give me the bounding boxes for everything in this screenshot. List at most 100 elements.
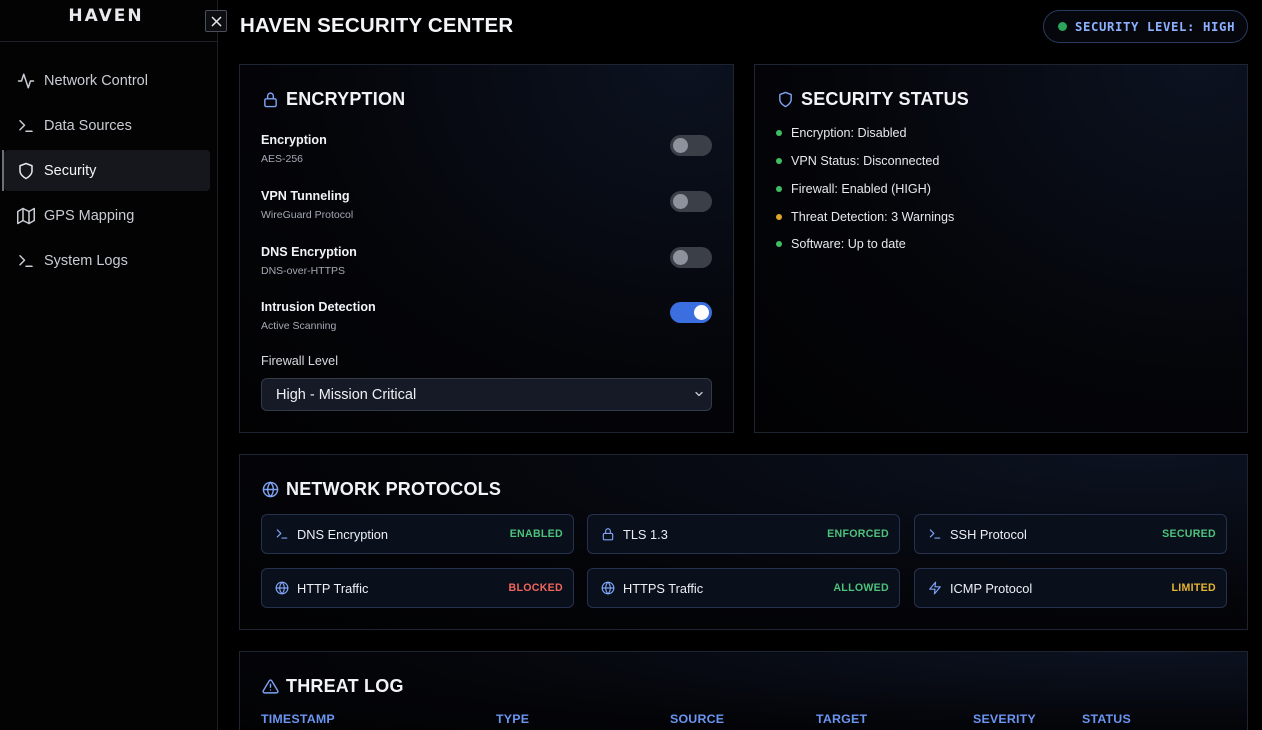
column-header-type[interactable]: TYPE: [496, 712, 529, 726]
threat-log-title: THREAT LOG: [261, 676, 404, 697]
network-protocols-title-text: NETWORK PROTOCOLS: [286, 479, 502, 499]
column-header-target[interactable]: TARGET: [816, 712, 867, 726]
status-dot: [776, 186, 782, 192]
column-header-source[interactable]: SOURCE: [670, 712, 724, 726]
close-icon: [211, 16, 221, 26]
protocol-card-icmp[interactable]: ICMP Protocol LIMITED: [914, 568, 1227, 608]
security-level-badge: SECURITY LEVEL: HIGH: [1043, 10, 1248, 43]
encryption-setting: Encryption AES-256: [261, 133, 712, 177]
security-status-panel: SECURITY STATUS Encryption: Disabled VPN…: [754, 64, 1248, 433]
setting-label: Intrusion Detection: [261, 300, 376, 314]
globe-icon: [274, 580, 290, 596]
intrusion-detection-setting: Intrusion Detection Active Scanning: [261, 300, 712, 344]
activity-icon: [16, 71, 36, 91]
column-header-status[interactable]: STATUS: [1082, 712, 1131, 726]
sidebar: HAVEN Network Control Data Sources Secur…: [0, 0, 218, 730]
globe-icon: [261, 481, 279, 499]
encryption-title-text: ENCRYPTION: [286, 89, 406, 109]
terminal-icon: [16, 116, 36, 136]
divider: [0, 41, 217, 42]
setting-sub: Active Scanning: [261, 320, 337, 332]
protocol-status: LIMITED: [1171, 582, 1216, 594]
protocol-card-dns-encryption[interactable]: DNS Encryption ENABLED: [261, 514, 574, 554]
protocol-card-http[interactable]: HTTP Traffic BLOCKED: [261, 568, 574, 608]
status-dot: [776, 158, 782, 164]
network-protocols-panel: NETWORK PROTOCOLS DNS Encryption ENABLED…: [239, 454, 1248, 630]
firewall-level-value: High - Mission Critical: [276, 386, 417, 403]
toggle-knob: [673, 250, 688, 265]
security-status-title: SECURITY STATUS: [776, 89, 969, 110]
sidebar-item-label: Data Sources: [44, 117, 132, 134]
network-protocols-title: NETWORK PROTOCOLS: [261, 479, 501, 500]
protocol-status: SECURED: [1162, 528, 1216, 540]
status-item: Firewall: Enabled (HIGH): [776, 182, 931, 196]
status-item: VPN Status: Disconnected: [776, 154, 939, 168]
setting-label: DNS Encryption: [261, 245, 357, 259]
toggle-knob: [673, 138, 688, 153]
terminal-icon: [274, 526, 290, 542]
security-status-title-text: SECURITY STATUS: [801, 89, 970, 109]
column-header-timestamp[interactable]: TIMESTAMP: [261, 712, 335, 726]
security-level-text: SECURITY LEVEL: HIGH: [1075, 19, 1236, 34]
protocol-card-ssh[interactable]: SSH Protocol SECURED: [914, 514, 1227, 554]
protocol-name: DNS Encryption: [297, 526, 389, 542]
column-header-severity[interactable]: SEVERITY: [973, 712, 1036, 726]
lock-icon: [600, 526, 616, 542]
encryption-title: ENCRYPTION: [261, 89, 405, 110]
chevron-down-icon: [695, 391, 703, 397]
setting-sub: AES-256: [261, 153, 304, 165]
toggle-knob: [694, 305, 709, 320]
protocol-status: ENABLED: [509, 528, 563, 540]
status-dot: [776, 214, 782, 220]
map-icon: [16, 206, 36, 226]
protocol-name: ICMP Protocol: [950, 580, 1033, 596]
shield-icon: [776, 91, 794, 109]
sidebar-item-system-logs[interactable]: System Logs: [4, 240, 210, 281]
setting-label: VPN Tunneling: [261, 189, 350, 203]
setting-sub: WireGuard Protocol: [261, 209, 354, 221]
sidebar-item-label: GPS Mapping: [44, 207, 135, 224]
lock-icon: [261, 91, 279, 109]
encryption-panel: ENCRYPTION Encryption AES-256 VPN Tunnel…: [239, 64, 734, 433]
sidebar-item-label: System Logs: [44, 252, 128, 269]
globe-icon: [600, 580, 616, 596]
sidebar-item-gps-mapping[interactable]: GPS Mapping: [4, 195, 210, 236]
zap-icon: [927, 580, 943, 596]
dns-encryption-setting: DNS Encryption DNS-over-HTTPS: [261, 245, 712, 289]
protocol-name: TLS 1.3: [623, 526, 668, 542]
alert-triangle-icon: [261, 678, 279, 696]
status-text: Firewall: Enabled (HIGH): [791, 182, 931, 196]
status-text: VPN Status: Disconnected: [791, 154, 940, 168]
sidebar-item-data-sources[interactable]: Data Sources: [4, 105, 210, 146]
threat-log-title-text: THREAT LOG: [286, 676, 404, 696]
dns-encryption-toggle[interactable]: [670, 247, 712, 268]
shield-icon: [16, 161, 36, 181]
status-item: Encryption: Disabled: [776, 126, 907, 140]
sidebar-item-security[interactable]: Security: [2, 150, 210, 191]
status-text: Threat Detection: 3 Warnings: [791, 210, 955, 224]
terminal-icon: [927, 526, 943, 542]
protocol-name: SSH Protocol: [950, 526, 1027, 542]
vpn-tunneling-toggle[interactable]: [670, 191, 712, 212]
protocol-status: ENFORCED: [827, 528, 889, 540]
firewall-level-select[interactable]: High - Mission Critical: [261, 378, 712, 411]
app-logo: HAVEN: [68, 6, 144, 26]
close-sidebar-button[interactable]: [205, 10, 227, 32]
threat-log-panel: THREAT LOG TIMESTAMP TYPE SOURCE TARGET …: [239, 651, 1248, 730]
sidebar-item-network-control[interactable]: Network Control: [4, 60, 210, 101]
protocol-status: ALLOWED: [833, 582, 889, 594]
setting-sub: DNS-over-HTTPS: [261, 265, 346, 277]
protocol-status: BLOCKED: [508, 582, 563, 594]
page-title: HAVEN SECURITY CENTER: [240, 14, 514, 37]
status-item: Threat Detection: 3 Warnings: [776, 210, 954, 224]
encryption-toggle[interactable]: [670, 135, 712, 156]
setting-label: Encryption: [261, 133, 327, 147]
intrusion-detection-toggle[interactable]: [670, 302, 712, 323]
protocol-card-tls[interactable]: TLS 1.3 ENFORCED: [587, 514, 900, 554]
protocol-card-https[interactable]: HTTPS Traffic ALLOWED: [587, 568, 900, 608]
status-dot: [1058, 22, 1067, 31]
firewall-level-label: Firewall Level: [261, 354, 338, 368]
terminal-icon: [16, 251, 36, 271]
vpn-tunneling-setting: VPN Tunneling WireGuard Protocol: [261, 189, 712, 233]
status-item: Software: Up to date: [776, 237, 906, 251]
